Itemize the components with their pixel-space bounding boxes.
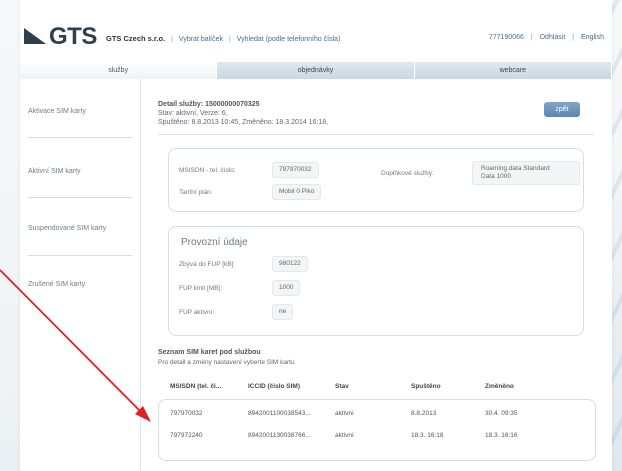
user-nav: 777190066 | Odhlásit | English [489, 34, 604, 41]
nav-separator: | [228, 36, 231, 43]
tariff-value: Mobil 0 Piko [272, 184, 322, 200]
sidebar-divider [28, 255, 132, 256]
choose-package-link[interactable]: Vybrat balíček [179, 36, 223, 43]
fup-active-value: ne [272, 304, 294, 320]
sim-list-subtitle: Pro detail a změny nastavení vyberte SIM… [158, 359, 295, 366]
row-started: 8.8.2013 [411, 410, 437, 417]
extra-service-roaming: Roaming data Standard [481, 165, 550, 172]
operations-panel: Provozní údaje Zbývá do FUP [kB]: 980122… [168, 226, 584, 336]
divider [158, 134, 594, 135]
row-status: aktivní [335, 432, 354, 439]
fup-limit-label: FUP limit [MB]: [179, 285, 223, 292]
row-changed: 30.4. 09:35 [485, 410, 518, 417]
row-msisdn: 797972240 [170, 432, 203, 439]
extra-service-data: Data 1000 [481, 173, 511, 180]
row-started: 18.3. 16:18 [411, 432, 444, 439]
gts-logo-icon [24, 28, 46, 44]
column-header-status[interactable]: Stav [335, 383, 349, 390]
extra-services-label: Doplňkové služby: [381, 170, 434, 177]
nav-separator: | [572, 34, 575, 41]
column-header-changed[interactable]: Změněno [485, 383, 514, 390]
extra-services-value: Roaming data Standard Data 1000 [472, 161, 580, 185]
back-button[interactable]: zpět [544, 102, 580, 117]
service-status: Stav: aktivní, Verze: 6, [158, 110, 228, 117]
main-tabs: služby objednávky webcare [20, 62, 612, 79]
service-info-panel: MSISDN - tel. číslo: 797970032 Tarifní p… [168, 148, 584, 212]
nav-separator: | [530, 34, 533, 41]
column-header-iccid[interactable]: ICCID (číslo SIM) [248, 383, 300, 390]
service-dates: Spuštěno: 8.8.2013 10:45, Změněno: 18.3.… [158, 119, 329, 126]
nav-separator: | [171, 36, 173, 43]
sidebar-divider [28, 197, 132, 198]
main-content: Detail služby: 15000000070325 Stav: akti… [141, 79, 612, 471]
row-iccid: 8942001130038766... [248, 432, 311, 439]
service-detail-title: Detail služby: 15000000070325 [158, 101, 260, 108]
row-iccid: 8942001100038543... [248, 410, 311, 417]
sidebar-divider [28, 137, 132, 138]
tab-webcare[interactable]: webcare [414, 62, 612, 79]
tariff-label: Tarifní plán: [179, 189, 213, 196]
sim-list-title: Seznam SIM karet pod službou [158, 349, 261, 356]
sidebar: Aktivace SIM karty Aktivní SIM karty Sus… [20, 79, 141, 471]
tab-orders[interactable]: objednávky [217, 62, 415, 79]
sidebar-item-active-sims[interactable]: Aktivní SIM karty [20, 168, 140, 175]
msisdn-value: 797970032 [272, 162, 319, 178]
fup-limit-value: 1000 [272, 280, 301, 296]
logo-text: GTS [49, 23, 97, 50]
sidebar-item-suspended-sims[interactable]: Suspendované SIM karty [20, 225, 140, 232]
app-window: GTS GTS Czech s.r.o. | Vybrat balíček | … [20, 0, 612, 471]
column-header-started[interactable]: Spuštěno [411, 383, 441, 390]
header: GTS GTS Czech s.r.o. | Vybrat balíček | … [20, 0, 612, 62]
msisdn-label: MSISDN - tel. číslo: [179, 167, 236, 174]
row-msisdn: 797970032 [170, 410, 203, 417]
company-link[interactable]: GTS Czech s.r.o. [106, 34, 165, 43]
user-phone: 777190066 [488, 34, 524, 41]
fup-remaining-value: 980122 [272, 256, 308, 272]
column-header-msisdn[interactable]: MSISDN (tel. či... [170, 383, 221, 390]
top-nav: GTS Czech s.r.o. | Vybrat balíček | Vyhl… [106, 34, 340, 43]
fup-remaining-label: Zbývá do FUP [kB]: [179, 261, 236, 268]
tab-services[interactable]: služby [20, 62, 218, 79]
language-link[interactable]: English [581, 34, 604, 41]
fup-active-label: FUP aktivní: [179, 309, 215, 316]
row-changed: 18.3. 16:16 [485, 432, 518, 439]
row-status: aktivní [335, 410, 354, 417]
operations-title: Provozní údaje [181, 237, 248, 248]
sidebar-item-sim-activation[interactable]: Aktivace SIM karty [20, 108, 140, 115]
sim-list-table [158, 399, 596, 461]
sidebar-item-cancelled-sims[interactable]: Zrušené SIM karty [20, 281, 140, 288]
logout-link[interactable]: Odhlásit [540, 34, 566, 41]
search-by-phone-link[interactable]: Vyhledat (podle telefonního čísla) [237, 36, 341, 43]
